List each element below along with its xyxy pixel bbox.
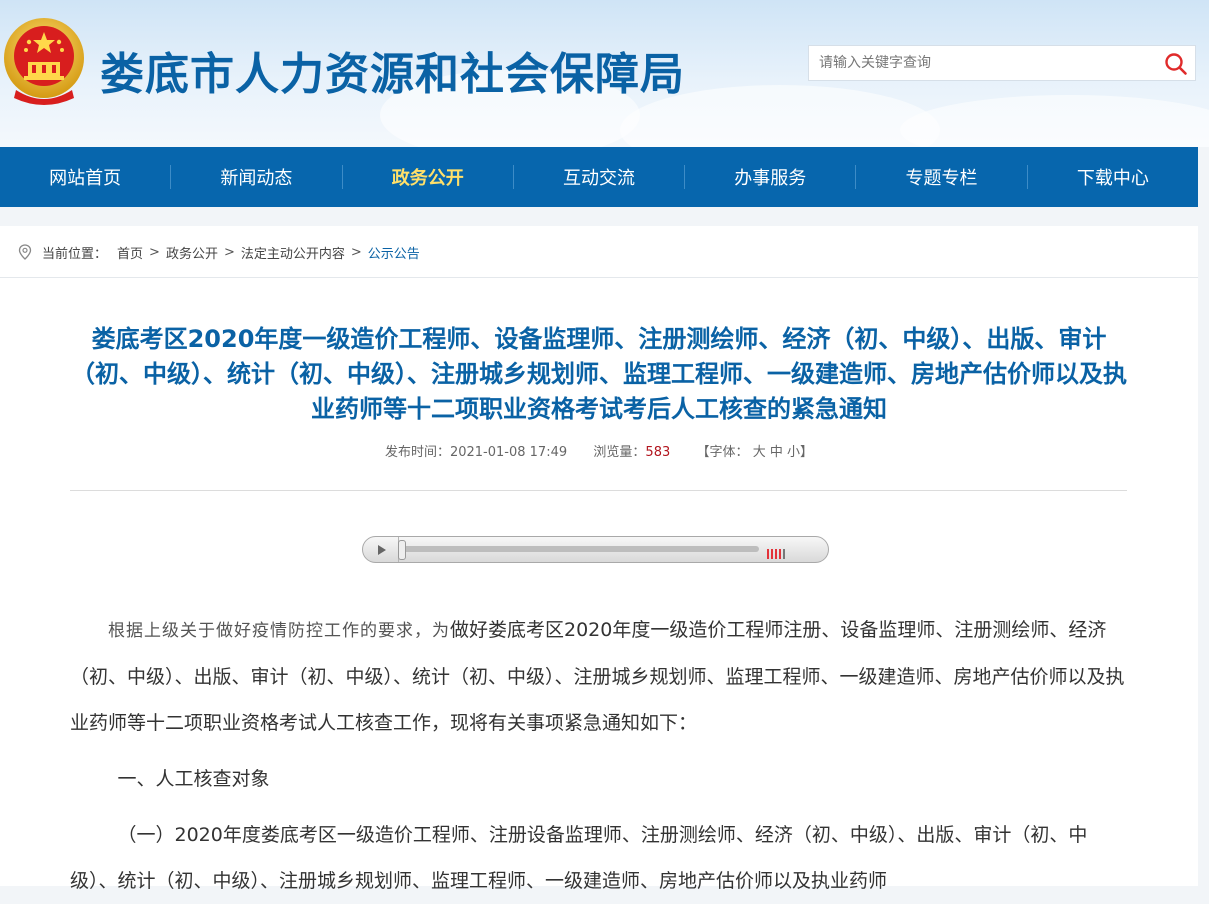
volume-bar [779,549,781,559]
breadcrumb-home[interactable]: 首页 [117,243,143,262]
header-cloud-decoration [900,95,1209,147]
nav-item-news[interactable]: 新闻动态 [171,147,341,207]
article-divider [70,490,1127,491]
breadcrumb: 当前位置： 首页 > 政务公开 > 法定主动公开内容 > 公示公告 [18,242,420,262]
breadcrumb-separator: > [350,244,362,260]
volume-control[interactable] [767,544,793,559]
breadcrumb-separator: > [223,244,235,260]
volume-bar [775,549,777,559]
breadcrumb-statutory-disclosure[interactable]: 法定主动公开内容 [241,243,345,262]
breadcrumb-prefix: 当前位置： [42,246,108,262]
site-title: 娄底市人力资源和社会保障局 [100,49,685,100]
play-icon [378,544,386,555]
search-icon[interactable] [1163,51,1189,77]
nav-item-interaction[interactable]: 互动交流 [514,147,684,207]
search-box [808,45,1196,81]
publish-time-label: 发布时间： [384,445,450,460]
volume-bar [771,549,773,559]
nav-item-topics[interactable]: 专题专栏 [856,147,1026,207]
nav-item-services[interactable]: 办事服务 [685,147,855,207]
article-title: 娄底考区2020年度一级造价工程师、设备监理师、注册测绘师、经济（初、中级）、出… [71,325,1127,423]
paragraph-intro: 根据上级关于做好疫情防控工作的要求，为做好娄底考区2020年度一级造价工程师注册… [70,607,1127,746]
breadcrumb-separator: > [149,244,160,260]
breadcrumb-announcements[interactable]: 公示公告 [368,243,420,262]
volume-bar [767,549,769,559]
breadcrumb-divider [0,277,1198,278]
paragraph-item-1: （一）2020年度娄底考区一级造价工程师、注册设备监理师、注册测绘师、经济（初、… [70,824,1088,892]
search-input[interactable] [809,46,1149,80]
audio-progress-handle[interactable] [398,540,406,560]
main-nav: 网站首页 新闻动态 政务公开 互动交流 办事服务 专题专栏 下载中心 [0,147,1198,207]
national-emblem-icon [4,18,84,105]
article-meta: 发布时间：2021-01-08 17:49 浏览量：583 【字体： 大 中 小… [0,441,1198,460]
article-body: 根据上级关于做好疫情防控工作的要求，为做好娄底考区2020年度一级造价工程师注册… [70,607,1127,904]
font-size-medium[interactable]: 中 [770,445,783,460]
nav-item-government-affairs[interactable]: 政务公开 [343,147,513,207]
location-pin-icon [18,244,32,260]
views-label: 浏览量： [593,445,646,460]
font-size-label: 【字体： [696,445,749,460]
view-count: 583 [645,445,671,460]
paragraph-intro-lead: 根据上级关于做好疫情防控工作的要求，为 [108,621,450,641]
font-size-large[interactable]: 大 [753,445,766,460]
breadcrumb-government-affairs[interactable]: 政务公开 [166,243,218,262]
nav-item-home[interactable]: 网站首页 [0,147,170,207]
audio-player [362,536,829,563]
publish-time: 2021-01-08 17:49 [449,445,568,460]
play-button[interactable] [363,537,399,562]
site-header: 娄底市人力资源和社会保障局 [0,0,1209,147]
nav-item-downloads[interactable]: 下载中心 [1028,147,1198,207]
font-size-small[interactable]: 小 [787,445,800,460]
content-panel: 当前位置： 首页 > 政务公开 > 法定主动公开内容 > 公示公告 娄底考区20… [0,226,1198,892]
section-heading: 一、人工核查对象 [117,768,270,790]
font-size-label-close: 】 [800,445,814,460]
audio-progress-track[interactable] [401,546,759,552]
volume-bar [783,549,785,559]
